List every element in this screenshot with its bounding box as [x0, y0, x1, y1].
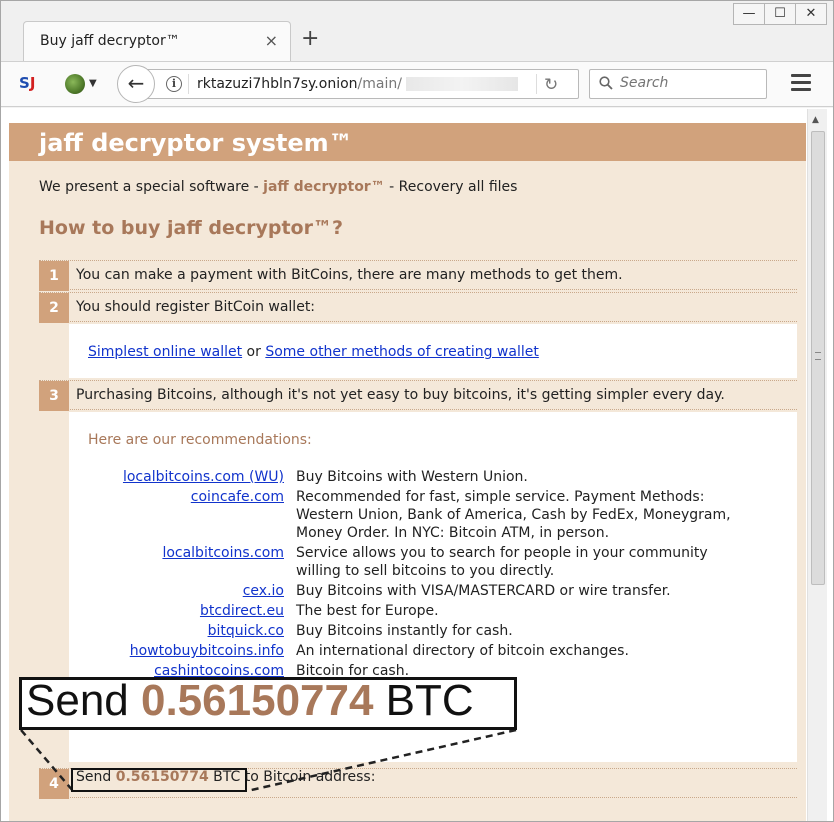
- recommendation-link[interactable]: bitquick.co: [208, 623, 284, 639]
- minimize-button[interactable]: —: [733, 3, 765, 25]
- search-input[interactable]: [620, 75, 760, 91]
- back-button[interactable]: ←: [117, 65, 155, 103]
- zoom-unit: BTC: [373, 676, 474, 725]
- browser-window: Buy jaff decryptor™ × + — ☐ ✕ SJ ▼ ← i r…: [0, 0, 834, 822]
- amount-highlight-box: [71, 768, 247, 792]
- maximize-button[interactable]: ☐: [764, 3, 796, 25]
- recommendation-row: howtobuybitcoins.info An international di…: [88, 642, 788, 660]
- zoom-text: Send 0.56150774 BTC: [26, 676, 474, 726]
- step-text: Purchasing Bitcoins, although it's not y…: [76, 387, 725, 403]
- recommendation-description: Service allows you to search for people …: [296, 545, 708, 579]
- extension-label-red: J: [29, 74, 36, 92]
- recommendation-description: Recommended for fast, simple service. Pa…: [296, 489, 731, 541]
- recommendation-site: cex.io: [88, 582, 296, 600]
- recommendation-site: btcdirect.eu: [88, 602, 296, 620]
- step-text: You should register BitCoin wallet:: [76, 299, 316, 315]
- recommendation-row: bitquick.co Buy Bitcoins instantly for ca…: [88, 622, 788, 640]
- url-path: /main/: [357, 76, 402, 92]
- title-bar: Buy jaff decryptor™ × + — ☐ ✕: [1, 1, 833, 61]
- search-box[interactable]: [589, 69, 767, 99]
- recommendation-site: howtobuybitcoins.info: [88, 642, 296, 660]
- extension-label: S: [19, 74, 30, 92]
- url-redacted: [405, 77, 518, 91]
- page-header: jaff decryptor system™: [9, 123, 806, 161]
- recommendation-link[interactable]: howtobuybitcoins.info: [130, 643, 284, 659]
- recommendation-link[interactable]: cex.io: [243, 583, 284, 599]
- tab-title: Buy jaff decryptor™: [40, 33, 180, 49]
- recommendation-row: cex.io Buy Bitcoins with VISA/MASTERCARD …: [88, 582, 788, 600]
- recommendation-row: localbitcoins.com Service allows you to s…: [88, 544, 788, 580]
- intro-product: jaff decryptor™: [263, 179, 385, 195]
- intro-text: We present a special software - jaff dec…: [39, 179, 517, 195]
- search-icon: [599, 76, 613, 90]
- close-tab-icon[interactable]: ×: [265, 31, 278, 50]
- recommendation-link[interactable]: localbitcoins.com (WU): [123, 469, 284, 485]
- recommendations-title: Here are our recommendations:: [88, 432, 312, 448]
- recommendation-site: coincafe.com: [88, 488, 296, 542]
- url-divider-2: [536, 74, 537, 94]
- chevron-down-icon[interactable]: ▼: [89, 78, 97, 89]
- step-number: 2: [39, 293, 69, 323]
- intro-suffix: - Recovery all files: [384, 179, 518, 195]
- new-tab-button[interactable]: +: [301, 28, 319, 50]
- other-wallet-methods-link[interactable]: Some other methods of creating wallet: [265, 344, 539, 360]
- step-text: You can make a payment with BitCoins, th…: [76, 267, 623, 283]
- hamburger-menu-icon[interactable]: [791, 74, 811, 92]
- intro-prefix: We present a special software -: [39, 179, 264, 195]
- nav-bar: SJ ▼ ← i rktazuzi7hbln7sy.onion/main/ ↻: [1, 61, 833, 107]
- recommendation-link[interactable]: localbitcoins.com: [162, 545, 284, 561]
- send-suffix: to Bitcoin address:: [240, 769, 376, 785]
- recommendation-description: Buy Bitcoins with Western Union.: [296, 469, 528, 485]
- scroll-thumb[interactable]: [811, 131, 825, 585]
- step-1: 1 You can make a payment with BitCoins, …: [39, 260, 797, 291]
- recommendation-site: localbitcoins.com (WU): [88, 468, 296, 486]
- info-icon[interactable]: i: [166, 76, 182, 92]
- step-number: 3: [39, 381, 69, 411]
- extension-icon[interactable]: SJ: [19, 74, 41, 96]
- step-3: 3 Purchasing Bitcoins, although it's not…: [39, 380, 797, 411]
- window-controls: — ☐ ✕: [733, 3, 827, 25]
- url-text[interactable]: rktazuzi7hbln7sy.onion/main/: [197, 76, 518, 92]
- url-divider: [188, 74, 189, 94]
- wallet-or: or: [242, 344, 266, 360]
- vertical-scrollbar[interactable]: ▲: [807, 109, 827, 821]
- recommendation-row: localbitcoins.com (WU) Buy Bitcoins with …: [88, 468, 788, 486]
- recommendation-link[interactable]: btcdirect.eu: [200, 603, 284, 619]
- url-bar[interactable]: i rktazuzi7hbln7sy.onion/main/ ↻: [141, 69, 579, 99]
- amount-zoom-callout: Send 0.56150774 BTC: [19, 676, 517, 730]
- recommendation-description: Buy Bitcoins with VISA/MASTERCARD or wir…: [296, 583, 671, 599]
- recommendation-site: bitquick.co: [88, 622, 296, 640]
- step-number: 4: [39, 769, 69, 799]
- recommendation-description: Buy Bitcoins instantly for cash.: [296, 623, 513, 639]
- zoom-prefix: Send: [26, 676, 141, 725]
- tab-active[interactable]: Buy jaff decryptor™ ×: [23, 21, 291, 61]
- scroll-up-icon[interactable]: ▲: [812, 115, 819, 125]
- simplest-wallet-link[interactable]: Simplest online wallet: [88, 344, 242, 360]
- how-to-title: How to buy jaff decryptor™?: [39, 217, 343, 239]
- grip-icon: [815, 352, 821, 360]
- recommendation-row: btcdirect.eu The best for Europe.: [88, 602, 788, 620]
- zoom-amount: 0.56150774: [140, 676, 374, 725]
- reload-icon[interactable]: ↻: [544, 75, 558, 95]
- step-2: 2 You should register BitCoin wallet:: [39, 292, 797, 323]
- recommendation-row: coincafe.com Recommended for fast, simple…: [88, 488, 788, 542]
- url-host: rktazuzi7hbln7sy.onion: [197, 76, 358, 92]
- recommendation-site: localbitcoins.com: [88, 544, 296, 580]
- page-title: jaff decryptor system™: [39, 129, 353, 157]
- recommendation-description: An international directory of bitcoin ex…: [296, 643, 629, 659]
- tor-onion-icon[interactable]: [65, 74, 85, 94]
- wallet-box: Simplest online wallet or Some other met…: [69, 324, 797, 378]
- recommendation-link[interactable]: coincafe.com: [191, 489, 284, 505]
- wallet-links: Simplest online wallet or Some other met…: [88, 344, 539, 360]
- recommendation-description: The best for Europe.: [296, 603, 439, 619]
- close-window-button[interactable]: ✕: [795, 3, 827, 25]
- step-number: 1: [39, 261, 69, 291]
